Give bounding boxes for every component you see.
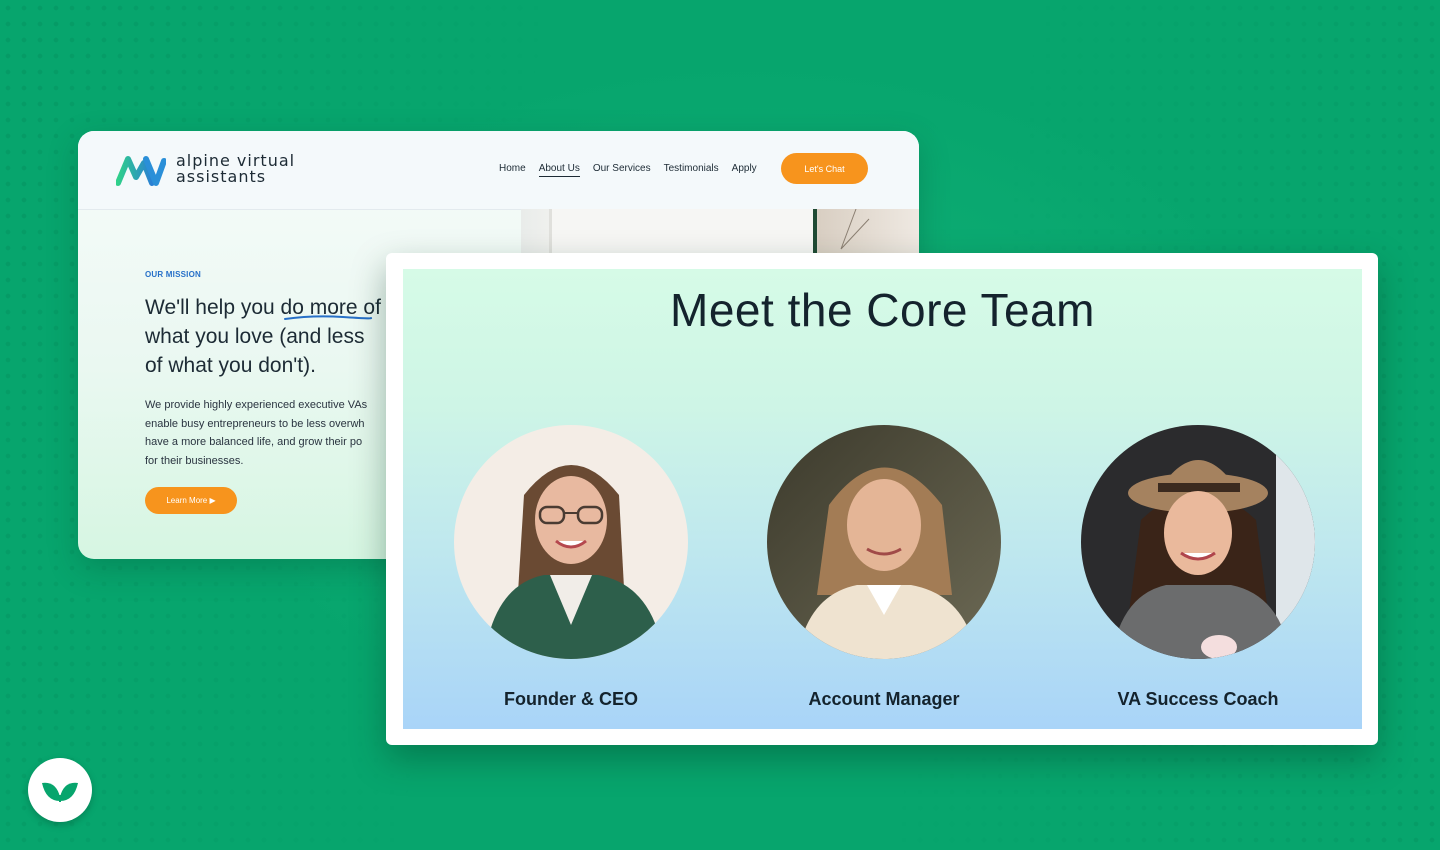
nav-item-our-services[interactable]: Our Services <box>593 163 651 177</box>
brand-name-line2: assistants <box>176 167 267 186</box>
handwritten-underline <box>284 315 373 320</box>
mission-body: We provide highly experienced executive … <box>145 396 395 470</box>
founder-photo <box>454 425 688 659</box>
team-card: Meet the Core Team Founder & CEO Account… <box>386 253 1378 745</box>
nav-item-testimonials[interactable]: Testimonials <box>664 163 719 177</box>
account-manager-role: Account Manager <box>808 689 960 709</box>
mission-heading-line3: of what you don't). <box>145 354 316 377</box>
team-section: Meet the Core Team Founder & CEO Account… <box>403 269 1362 729</box>
mission-body-line3: have a more balanced life, and grow thei… <box>145 436 363 448</box>
va-success-coach-role: VA Success Coach <box>1117 689 1279 709</box>
leaf-icon <box>42 782 78 802</box>
account-manager-photo <box>767 425 1001 659</box>
learn-more-button[interactable]: Learn More ▶ <box>145 487 237 514</box>
team-title: Meet the Core Team <box>670 284 1095 336</box>
leaf-logo-badge[interactable] <box>28 758 92 822</box>
brand-name[interactable]: alpine virtual assistants <box>176 153 295 185</box>
founder-role: Founder & CEO <box>504 689 638 709</box>
mission-label: OUR MISSION <box>145 270 201 279</box>
nav-item-home[interactable]: Home <box>499 163 526 177</box>
va-success-coach-photo <box>1081 425 1315 659</box>
site-header: alpine virtual assistants Home About Us … <box>78 131 919 210</box>
mission-heading-line2: what you love (and less <box>145 325 365 348</box>
main-nav: Home About Us Our Services Testimonials … <box>499 163 757 177</box>
nav-item-apply[interactable]: Apply <box>732 163 757 177</box>
mission-heading: We'll help you do more of what you love … <box>145 293 405 380</box>
nav-item-about-us[interactable]: About Us <box>538 163 580 177</box>
team-member-founder[interactable]: Founder & CEO <box>454 425 688 709</box>
mission-body-line4: for their businesses. <box>145 454 244 467</box>
mission-body-line1: We provide highly experienced executive … <box>145 399 368 411</box>
team-member-account-manager[interactable]: Account Manager <box>767 425 1001 709</box>
lets-chat-button[interactable]: Let's Chat <box>781 153 868 184</box>
mission-body-line2: enable busy entrepreneurs to be less ove… <box>145 417 365 430</box>
team-member-va-success-coach[interactable]: VA Success Coach <box>1081 425 1315 709</box>
alpine-logo-icon[interactable] <box>115 153 167 192</box>
